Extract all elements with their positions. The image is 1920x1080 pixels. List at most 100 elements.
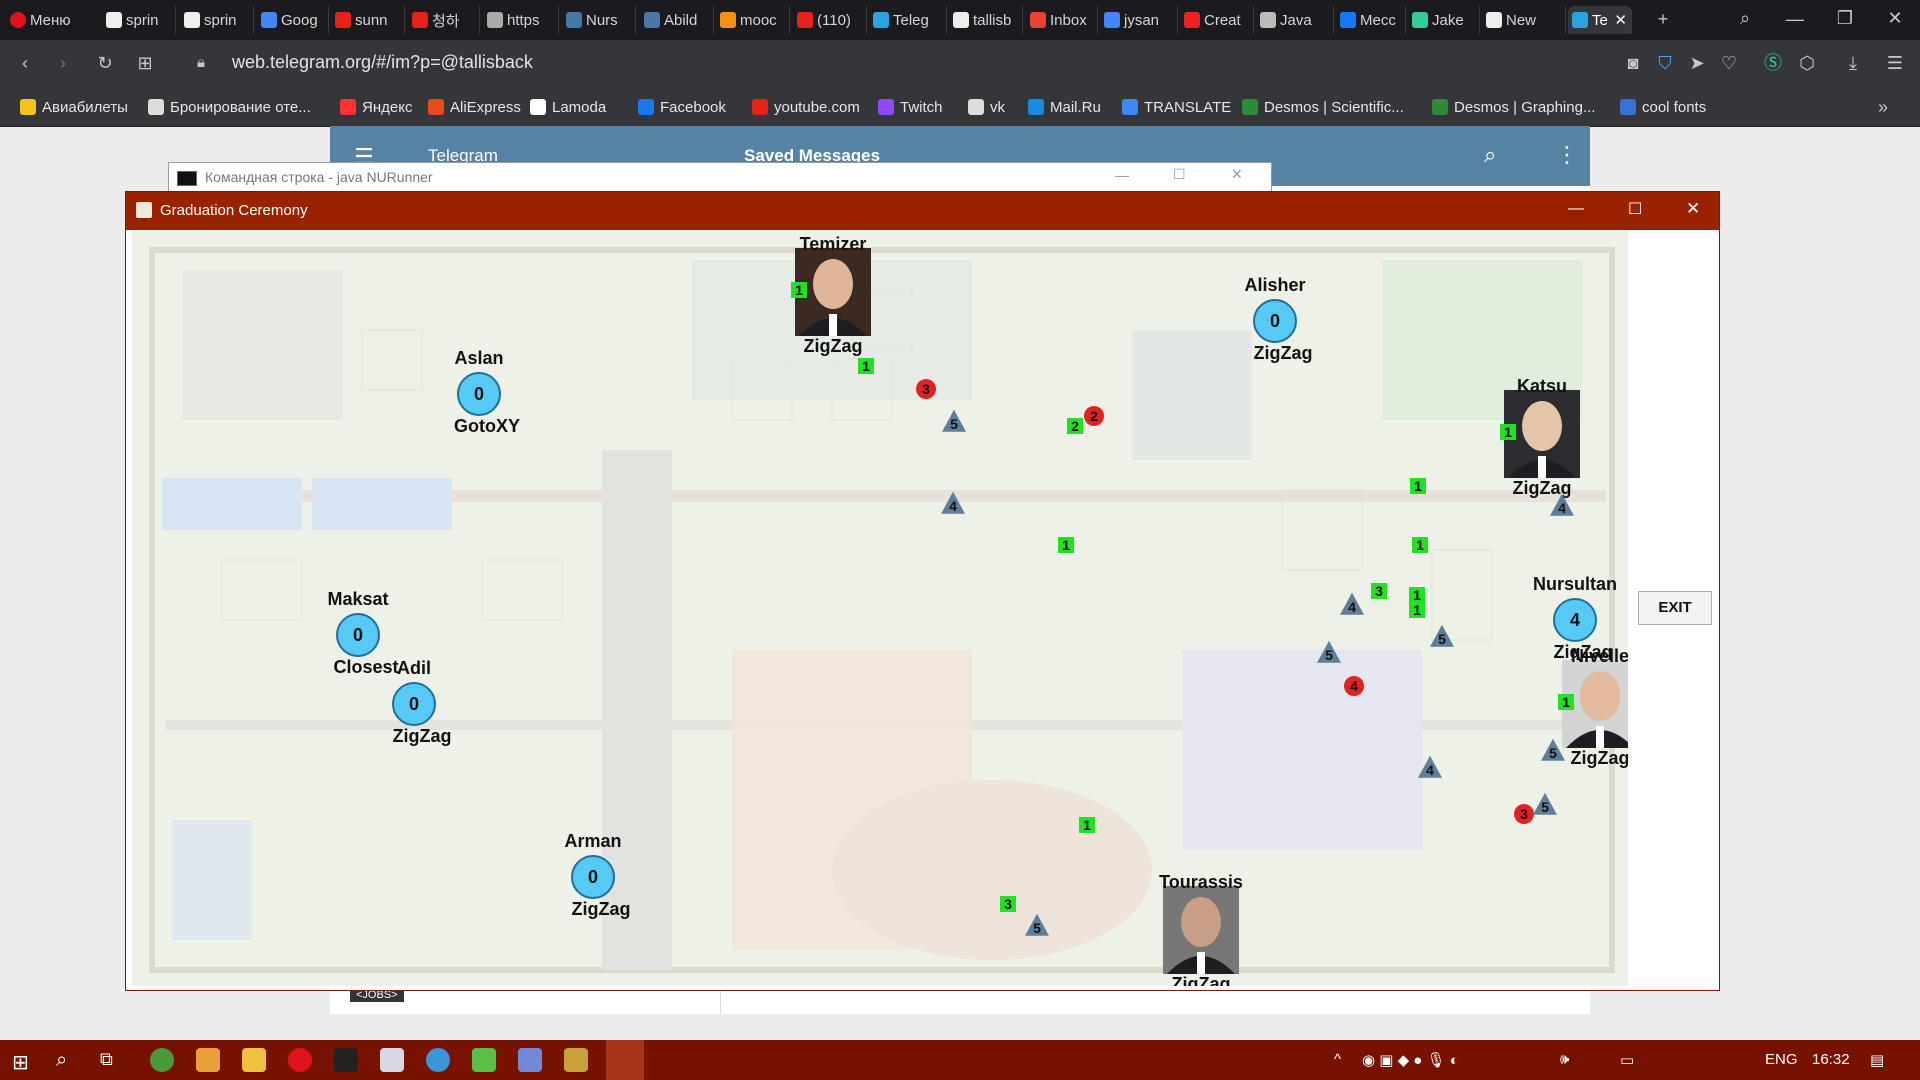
photos-taskbar-icon[interactable] [380, 1048, 404, 1072]
opera-menu-button[interactable]: Меню [6, 6, 96, 34]
notifications-icon[interactable]: ▤ [1870, 1051, 1884, 1069]
file-explorer-taskbar-icon[interactable] [242, 1048, 266, 1072]
agent-circle: 0 [571, 855, 615, 899]
bookmark-label: Facebook [660, 98, 726, 116]
browser-tab[interactable]: sprin [180, 6, 254, 34]
browser-tab-label: Java [1280, 11, 1312, 29]
browser-tab[interactable]: mooc [716, 6, 790, 34]
bookmark-item[interactable]: youtube.com [752, 96, 860, 118]
browser-tab[interactable]: (110) [793, 6, 867, 34]
exit-button[interactable]: EXIT [1638, 591, 1712, 625]
cmd-close-icon[interactable]: ✕ [1231, 166, 1243, 183]
clock[interactable]: 16:32 [1812, 1051, 1850, 1068]
windows-start-icon[interactable]: ⊞ [12, 1050, 29, 1075]
close-window-icon[interactable]: ✕ [1884, 8, 1906, 28]
browser-tab[interactable]: Creat [1180, 6, 1254, 34]
browser-tab[interactable]: Abild [640, 6, 714, 34]
bookmark-item[interactable]: AliExpress [428, 96, 521, 118]
browser-tab-label: sprin [126, 11, 159, 29]
volume-icon[interactable]: 🕪︎ [1560, 1051, 1569, 1068]
page-icon [148, 99, 164, 115]
cmd-minimize-icon[interactable]: — [1115, 167, 1129, 183]
browser-tab-label: Inbox [1050, 11, 1087, 29]
cmd-maximize-icon[interactable]: ☐ [1173, 166, 1186, 183]
browser-tab[interactable]: Jake [1408, 6, 1480, 34]
bookmark-item[interactable]: Desmos | Scientific... [1242, 96, 1404, 118]
search-taskbar-icon[interactable]: ⌕ [56, 1049, 67, 1072]
bookmark-item[interactable]: Facebook [638, 96, 726, 118]
git-taskbar-icon[interactable] [564, 1048, 588, 1072]
tray-chevron-icon[interactable]: ^ [1334, 1051, 1341, 1068]
app-minimize-icon[interactable]: — [1568, 200, 1584, 218]
minimize-icon[interactable]: — [1784, 9, 1806, 29]
java-taskbar-icon[interactable] [606, 1040, 644, 1080]
discord-taskbar-icon[interactable] [518, 1048, 542, 1072]
item-label: 4 [1558, 499, 1566, 516]
bookmark-item[interactable]: Яндекс [340, 96, 412, 118]
search-tabs-icon[interactable]: ⌕ [1734, 8, 1756, 28]
sublime-taskbar-icon[interactable] [196, 1048, 220, 1072]
yandex-icon [340, 99, 356, 115]
bookmark-item[interactable]: Бронирование оте... [148, 96, 311, 118]
more-bookmarks-icon[interactable]: » [1872, 97, 1894, 117]
close-tab-icon[interactable]: ✕ [1614, 11, 1627, 29]
app-close-icon[interactable]: ✕ [1686, 199, 1700, 219]
browser-tab[interactable]: 청하 [408, 6, 480, 34]
search-icon[interactable]: ⌕ [1484, 142, 1496, 168]
bookmark-item[interactable]: Twitch [878, 96, 943, 118]
opera-taskbar-icon[interactable] [288, 1048, 312, 1072]
cmd-taskbar-icon[interactable] [334, 1048, 358, 1072]
heart-icon[interactable]: ♡ [1718, 53, 1740, 73]
bookmark-label: Twitch [900, 98, 943, 116]
telegram-icon [873, 12, 889, 28]
app-maximize-icon[interactable]: ☐ [1628, 199, 1642, 219]
browser-tab[interactable]: jysan [1100, 6, 1178, 34]
cmd-window[interactable]: Командная строка - java NURunner — ☐ ✕ [168, 162, 1272, 194]
shield-icon[interactable]: ⛉ [1654, 53, 1676, 73]
back-icon[interactable]: ‹ [14, 53, 36, 73]
browser-tab[interactable]: Mecc [1336, 6, 1406, 34]
app-taskbar-icon[interactable] [426, 1048, 450, 1072]
chrome-taskbar-icon[interactable] [150, 1048, 174, 1072]
tab-grid-icon[interactable]: ⊞ [134, 53, 156, 73]
browser-tab-label: Goog [281, 11, 318, 29]
new-tab-icon[interactable]: + [1652, 9, 1674, 29]
send-icon[interactable]: ➤ [1686, 53, 1708, 73]
browser-tab[interactable]: New [1482, 6, 1566, 34]
notepad-taskbar-icon[interactable] [472, 1048, 496, 1072]
bookmark-item[interactable]: vk [968, 96, 1005, 118]
browser-tab[interactable]: Java [1256, 6, 1334, 34]
github-icon [1486, 12, 1502, 28]
cube-icon[interactable]: ⬡ [1796, 53, 1818, 73]
browser-tab[interactable]: sunn [331, 6, 405, 34]
task-view-icon[interactable]: ⧉ [100, 1049, 113, 1070]
bookmark-item[interactable]: Авиабилеты [20, 96, 128, 118]
browser-tab[interactable]: tallisb [949, 6, 1023, 34]
browser-tab[interactable]: Nurs [562, 6, 636, 34]
browser-tab-label: (110) [817, 11, 851, 29]
settings-sliders-icon[interactable]: ☰ [1884, 53, 1906, 73]
bookmark-item[interactable]: Mail.Ru [1028, 96, 1101, 118]
kebab-menu-icon[interactable]: ⋮ [1556, 142, 1578, 168]
bookmark-item[interactable]: TRANSLATE [1122, 96, 1231, 118]
language-indicator[interactable]: ENG [1765, 1051, 1798, 1068]
browser-tab[interactable]: Inbox [1026, 6, 1098, 34]
bookmark-item[interactable]: cool fonts [1620, 96, 1706, 118]
browser-tab[interactable]: https [483, 6, 559, 34]
github-icon [184, 12, 200, 28]
restore-icon[interactable]: ❐ [1834, 8, 1856, 28]
extension-s-icon[interactable]: Ⓢ [1762, 53, 1784, 73]
browser-tab[interactable]: Goog [257, 6, 329, 34]
forward-icon[interactable]: › [52, 53, 74, 73]
camera-icon[interactable]: ◙ [1622, 53, 1644, 73]
reload-icon[interactable]: ↻ [94, 53, 116, 73]
bookmark-item[interactable]: Lamoda [530, 96, 606, 118]
bookmark-item[interactable]: Desmos | Graphing... [1432, 96, 1595, 118]
download-icon[interactable]: ⤓ [1842, 53, 1864, 73]
browser-tab[interactable]: sprin [102, 6, 176, 34]
browser-tab[interactable]: Teleg [869, 6, 947, 34]
tray-icons[interactable]: ◉ ▣ ◆ ● 🎙︎ ◐ [1362, 1051, 1459, 1069]
browser-tab[interactable]: Te ✕ [1568, 6, 1632, 34]
network-icon[interactable]: ▭ [1620, 1051, 1634, 1069]
url-field[interactable]: web.telegram.org/#/im?p=@tallisback [232, 52, 533, 73]
